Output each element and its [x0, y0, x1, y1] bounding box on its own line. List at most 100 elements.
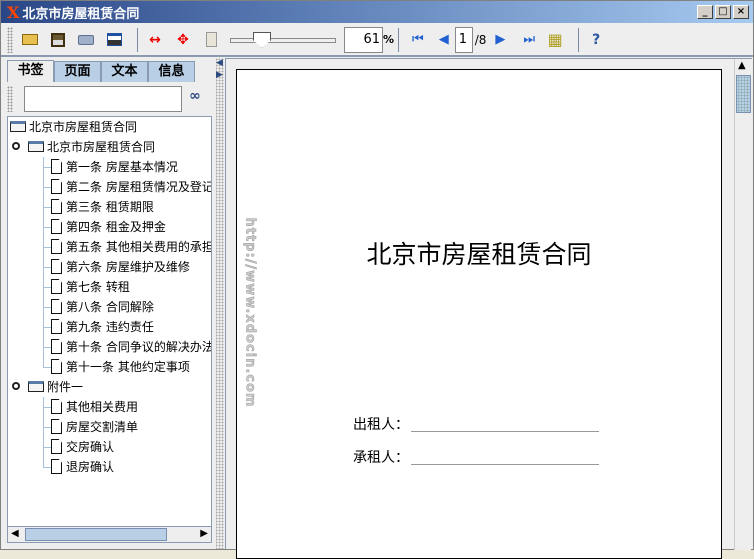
folder-icon: [28, 141, 44, 152]
tree-item[interactable]: 退房确认: [51, 457, 114, 477]
document-view: 北京市房屋租赁合同 出租人： 承租人： http://www.xdocin.co…: [225, 58, 752, 559]
tree-root[interactable]: 北京市房屋租赁合同: [10, 117, 137, 137]
tree-item-label: 退房确认: [66, 460, 115, 474]
tree-item-label: 第一条 房屋基本情况: [66, 160, 178, 174]
tree-item-label: 第二条 房屋租赁情况及登记: [66, 180, 212, 194]
last-page-button[interactable]: ⏭: [523, 32, 535, 47]
document-icon: [51, 399, 62, 414]
fit-page-button[interactable]: ✥: [172, 29, 194, 51]
folder-open-icon: [22, 34, 38, 45]
zoom-slider-thumb[interactable]: [253, 31, 271, 48]
tree-item-label: 第十一条 其他约定事项: [66, 360, 190, 374]
help-button[interactable]: ?: [585, 29, 607, 51]
scroll-thumb[interactable]: [736, 75, 751, 113]
lessor-line: 出租人：: [353, 414, 599, 434]
zoom-input[interactable]: 61: [344, 26, 383, 53]
tree-item[interactable]: 第二条 房屋租赁情况及登记: [51, 177, 212, 197]
tree-item-label: 第七条 转租: [66, 280, 130, 294]
first-page-button[interactable]: ⏮: [412, 32, 424, 47]
tab-text[interactable]: 文本: [101, 61, 148, 82]
tree-group-label: 北京市房屋租赁合同: [47, 140, 156, 154]
tree-item[interactable]: 第八条 合同解除: [51, 297, 154, 317]
tree-root-label: 北京市房屋租赁合同: [29, 120, 138, 134]
tab-bookmarks[interactable]: 书签: [7, 60, 54, 82]
app-logo-icon: X: [7, 2, 20, 22]
minimize-button[interactable]: _: [697, 5, 713, 19]
tree-item[interactable]: 第十一条 其他约定事项: [51, 357, 190, 377]
open-button[interactable]: [19, 29, 41, 51]
tree-item[interactable]: 第三条 租赁期限: [51, 197, 154, 217]
close-button[interactable]: ×: [733, 5, 749, 19]
folder-icon: [28, 381, 44, 392]
tree-horizontal-scrollbar[interactable]: ◀ ▶: [7, 526, 212, 543]
save-button[interactable]: [47, 29, 69, 51]
document-icon: [51, 419, 62, 434]
scroll-thumb[interactable]: [25, 528, 167, 541]
expand-toggle-icon[interactable]: [12, 382, 20, 390]
tree-item[interactable]: 房屋交割清单: [51, 417, 138, 437]
tree-item[interactable]: 第五条 其他相关费用的承担: [51, 237, 212, 257]
fit-width-icon: ↔: [149, 31, 161, 48]
document-icon: [51, 179, 62, 194]
next-page-button[interactable]: ▶: [495, 32, 505, 47]
tree-item-label: 第五条 其他相关费用的承担: [66, 240, 212, 254]
scroll-left-arrow[interactable]: ◀: [11, 528, 19, 539]
fit-width-button[interactable]: ↔: [144, 29, 166, 51]
vertical-scrollbar[interactable]: ▲: [734, 59, 751, 550]
tree-group[interactable]: 附件一: [28, 377, 83, 397]
page-number-input[interactable]: 1: [454, 26, 473, 53]
toolbar-separator: [578, 27, 580, 52]
expand-toggle-icon[interactable]: [12, 142, 20, 150]
document-icon: [51, 239, 62, 254]
tab-info[interactable]: 信息: [148, 61, 195, 82]
document-icon: [51, 459, 62, 474]
document-icon: [51, 439, 62, 454]
actual-size-button[interactable]: [200, 29, 222, 51]
tree-item[interactable]: 第七条 转租: [51, 277, 130, 297]
document-icon: [51, 339, 62, 354]
tree-item[interactable]: 其他相关费用: [51, 397, 138, 417]
tree-item-label: 房屋交割清单: [66, 420, 139, 434]
scroll-right-arrow[interactable]: ▶: [200, 528, 208, 539]
bookmark-search-input[interactable]: [24, 86, 182, 112]
maximize-button[interactable]: □: [715, 5, 731, 19]
search-grip: [7, 86, 13, 112]
document-icon: [51, 319, 62, 334]
document-icon: [51, 279, 62, 294]
bookmark-tree: 北京市房屋租赁合同 北京市房屋租赁合同第一条 房屋基本情况第二条 房屋租赁情况及…: [7, 116, 212, 528]
tree-group-label: 附件一: [47, 380, 84, 394]
panel-splitter[interactable]: ◀ ▶: [216, 58, 224, 549]
zoom-slider[interactable]: [230, 30, 336, 50]
tree-group[interactable]: 北京市房屋租赁合同: [28, 137, 155, 157]
folder-icon: [10, 121, 26, 132]
window-title: 北京市房屋租赁合同: [22, 6, 140, 22]
toolbar: ↔ ✥ 61 % ⏮ ◀ 1 /8 ▶ ⏭ ▦ ?: [1, 24, 753, 57]
tab-pages[interactable]: 页面: [54, 61, 101, 82]
tree-item-label: 第三条 租赁期限: [66, 200, 154, 214]
print-button[interactable]: [75, 29, 97, 51]
tree-item-label: 第九条 违约责任: [66, 320, 154, 334]
tree-item[interactable]: 第六条 房屋维护及维修: [51, 257, 190, 277]
binoculars-search-icon[interactable]: ∞: [189, 88, 201, 104]
app-window: X 北京市房屋租赁合同 _ □ × ↔ ✥ 61 % ⏮ ◀ 1 /8 ▶ ⏭ …: [0, 0, 754, 559]
toolbar-grip[interactable]: [7, 26, 13, 53]
tree-item[interactable]: 第十条 合同争议的解决办法: [51, 337, 211, 357]
title-bar: X 北京市房屋租赁合同 _ □ ×: [1, 1, 753, 23]
tree-item[interactable]: 第四条 租金及押金: [51, 217, 166, 237]
document-icon: [51, 159, 62, 174]
toolbar-separator: [137, 27, 138, 52]
document-icon: [51, 359, 62, 374]
page-total: /8: [474, 32, 487, 47]
lessee-line: 承租人：: [353, 447, 599, 467]
lessor-label: 出租人：: [353, 417, 409, 433]
thumbnails-button[interactable]: ▦: [544, 29, 566, 51]
tree-item[interactable]: 交房确认: [51, 437, 114, 457]
lessee-label: 承租人：: [353, 450, 409, 466]
presentation-button[interactable]: [103, 29, 125, 51]
tree-item[interactable]: 第九条 违约责任: [51, 317, 154, 337]
watermark: http://www.xdocin.com: [242, 217, 258, 408]
scroll-up-arrow[interactable]: ▲: [738, 60, 746, 71]
previous-page-button[interactable]: ◀: [439, 32, 449, 47]
tree-item-label: 第六条 房屋维护及维修: [66, 260, 190, 274]
tree-item[interactable]: 第一条 房屋基本情况: [51, 157, 178, 177]
